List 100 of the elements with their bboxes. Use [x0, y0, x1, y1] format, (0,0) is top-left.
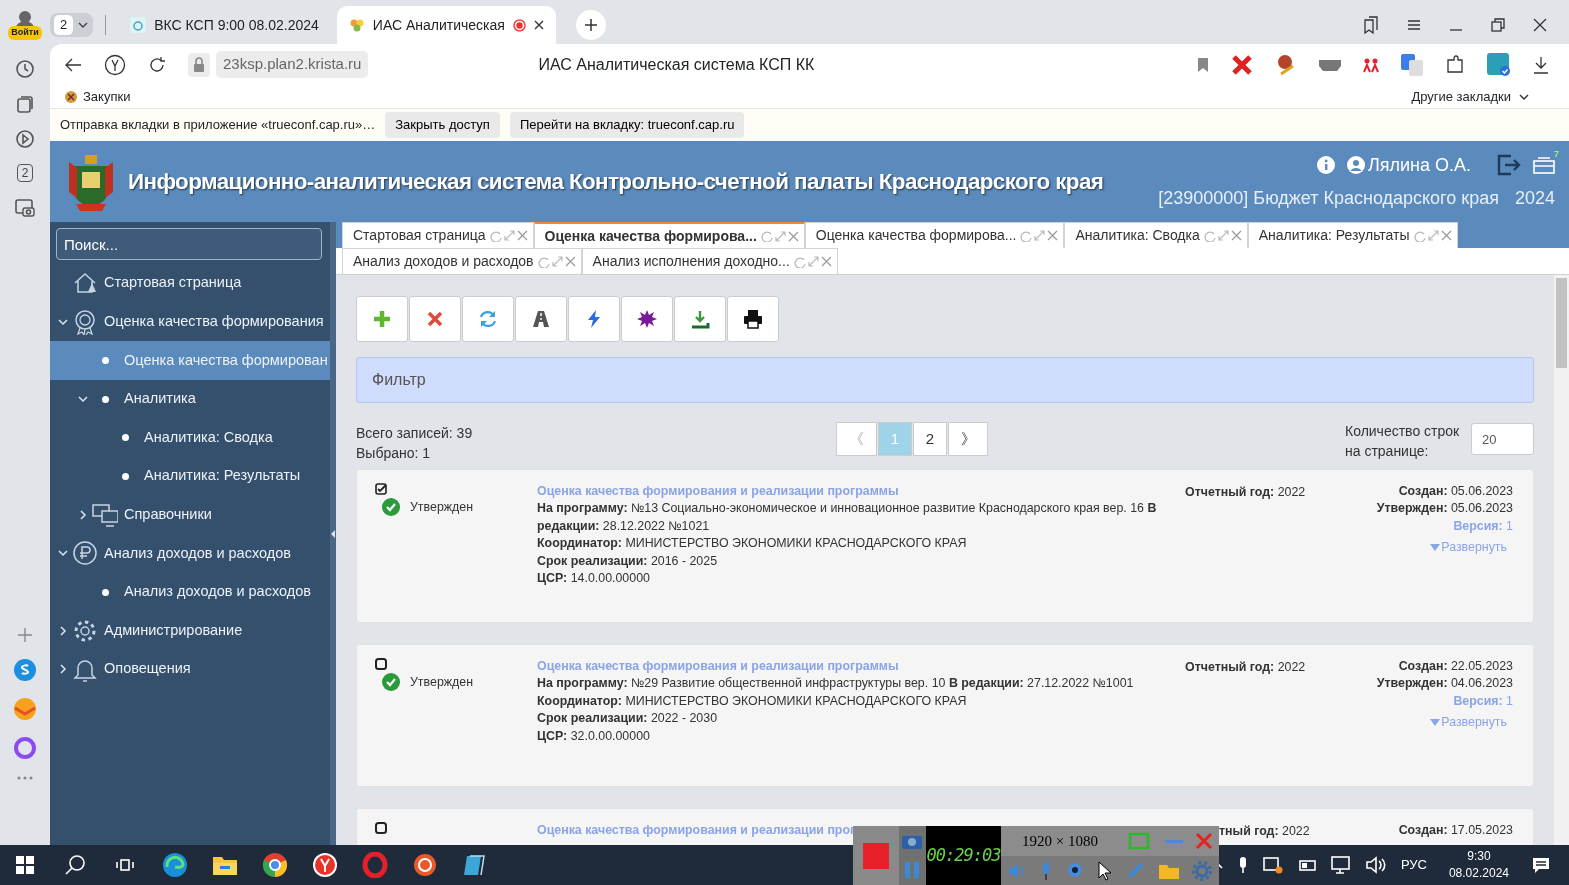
page-button[interactable]: 2 [913, 422, 947, 456]
app-title: Информационно-аналитическая система Контрольно-счетной палаты Краснодарского края [128, 167, 1104, 196]
sidebar-item[interactable]: Стартовая страница [50, 264, 330, 303]
play-icon[interactable] [15, 129, 35, 149]
scrollbar[interactable] [1554, 275, 1569, 845]
sidebar-item[interactable]: Справочники [50, 495, 330, 535]
tab-group-count[interactable]: 2 [54, 15, 74, 35]
collection-icon[interactable] [15, 94, 35, 114]
checkbox-icon[interactable] [375, 658, 387, 670]
monitors-icon [92, 501, 118, 528]
network-alert-icon[interactable] [1262, 856, 1283, 874]
circle-logo-icon[interactable] [312, 852, 338, 878]
cursor-icon[interactable] [1097, 860, 1112, 881]
task-view-icon[interactable] [116, 856, 134, 874]
circle-y-icon[interactable] [104, 53, 126, 76]
target-icon[interactable] [412, 852, 438, 878]
sidebar-item[interactable]: Аналитика: Сводка [50, 418, 330, 457]
sidebar-item[interactable]: Аналитика: Результаты [50, 456, 330, 496]
new-tab-button[interactable] [575, 10, 606, 40]
people-icon[interactable] [1363, 56, 1379, 73]
mail-icon[interactable] [13, 697, 37, 721]
lock-icon [188, 52, 210, 77]
search-icon[interactable] [64, 854, 86, 876]
bookmark-icon[interactable] [1197, 56, 1209, 73]
record-date: Утвержден: 04.06.2023 [1375, 675, 1513, 693]
browser-tab[interactable]: ИАС Аналитическая [336, 6, 556, 44]
other-bookmarks[interactable]: Другие закладки [1411, 86, 1511, 107]
camera-icon[interactable] [14, 197, 36, 217]
translate-icon[interactable] [1401, 53, 1423, 76]
url-field[interactable]: 23ksp.plan2.krista.ru [216, 51, 369, 78]
swirl-browser-icon[interactable] [162, 852, 188, 878]
browser-tab[interactable]: ВКС КСП 9:00 08.02.2024 [118, 6, 331, 44]
clock-icon[interactable] [15, 59, 35, 79]
checkbox-icon[interactable] [375, 822, 387, 834]
chevron-right-icon[interactable] [58, 664, 68, 675]
filter-panel[interactable]: Фильтр [356, 357, 1534, 403]
bullet-icon [121, 434, 129, 442]
sidebar-item[interactable]: Анализ доходов и расходов [50, 534, 330, 573]
sidebar-item[interactable]: Аналитика [50, 379, 330, 419]
medal-icon [72, 308, 98, 335]
clock[interactable]: 9:30 08.02.2024 [1448, 848, 1509, 882]
ring-icon[interactable] [362, 852, 388, 878]
next-page-button[interactable]: 》 [948, 422, 988, 456]
sidebar-item[interactable]: Оповещения [50, 649, 330, 689]
download-icon[interactable] [1533, 55, 1549, 74]
chevron-right-icon[interactable] [78, 509, 88, 520]
bookmarks-icon[interactable] [1363, 16, 1379, 34]
chevron-down-icon[interactable] [78, 394, 88, 405]
chevron-down-icon[interactable] [58, 316, 68, 327]
cross-mark-icon[interactable] [1231, 53, 1253, 76]
notifications-icon[interactable] [1531, 855, 1551, 875]
record-detail: Срок реализации: 2022 - 2030 [537, 710, 719, 728]
sidebar-item[interactable]: Оценка качества формирования [50, 302, 330, 342]
notification-button[interactable]: Перейти на вкладку: trueconf.cap.ru [509, 112, 745, 138]
start-icon[interactable] [16, 856, 34, 874]
speaker-icon[interactable] [1364, 856, 1387, 874]
chevron-right-icon[interactable] [58, 625, 68, 636]
folder-icon[interactable] [212, 854, 238, 876]
battery-icon[interactable] [1296, 858, 1317, 872]
menu-icon[interactable] [1407, 19, 1421, 31]
card-reader-icon[interactable] [1319, 57, 1341, 72]
back-icon[interactable] [64, 56, 82, 73]
round-browser-icon[interactable] [262, 852, 288, 878]
record-date: Утвержден: 05.06.2023 [1375, 500, 1513, 518]
language-indicator[interactable]: РУС [1400, 855, 1427, 875]
record-detail: ЦСР: 32.0.00.00000 [537, 727, 651, 745]
bullet-icon [101, 357, 109, 364]
restore-icon[interactable] [1491, 18, 1505, 32]
more-icon[interactable] [16, 775, 34, 781]
toolbar-button[interactable] [621, 296, 673, 342]
cross-icon [425, 309, 445, 329]
ring-icon[interactable] [13, 736, 37, 760]
conference-icon[interactable] [1487, 52, 1511, 77]
page-title: ИАС Аналитическая система КСП КК [538, 54, 815, 75]
login-badge[interactable]: Войти [8, 26, 42, 40]
task-count-label: 7 [1554, 148, 1559, 161]
toolbar-button[interactable] [727, 296, 779, 342]
monitor-icon[interactable] [1330, 856, 1351, 874]
chevron-down-icon[interactable] [58, 548, 68, 559]
toolbar-button[interactable] [515, 296, 567, 342]
selected-records: Выбрано: 1 [356, 444, 432, 463]
user-menu[interactable]: Лялина О.А. [1346, 151, 1471, 179]
checked-box-icon[interactable] [375, 483, 387, 495]
search-field[interactable]: Поиск... [56, 228, 322, 260]
tab-count[interactable]: 2 [16, 164, 34, 182]
record-detail: Координатор: МИНИСТЕРСТВО ЭКОНОМИКИ КРАСНОДАРСКОГО КРАЯ [537, 692, 968, 710]
tray-icon[interactable] [1533, 156, 1555, 174]
close-icon[interactable] [1533, 18, 1547, 32]
info-icon[interactable] [1316, 156, 1335, 174]
record-detail: На программу: №13 Социально-экономическое и инновационное развитие Краснодарского края вер. 16 В редакции: 28.12.2022 №1021 [537, 500, 1158, 535]
reload-icon[interactable] [148, 55, 166, 74]
page-size-field[interactable]: 20 [1471, 423, 1534, 455]
sidebar-item[interactable]: Администрирование [50, 611, 330, 650]
bookmark-link[interactable]: Закупки [64, 86, 131, 107]
chat-app-icon[interactable] [13, 658, 37, 682]
ruble-icon [72, 540, 98, 567]
close-icon[interactable] [533, 20, 544, 30]
logout-icon[interactable] [1497, 154, 1521, 176]
notification-button[interactable]: Закрыть доступ [385, 112, 500, 138]
sidebar-item[interactable]: Анализ доходов и расходов [50, 572, 330, 612]
